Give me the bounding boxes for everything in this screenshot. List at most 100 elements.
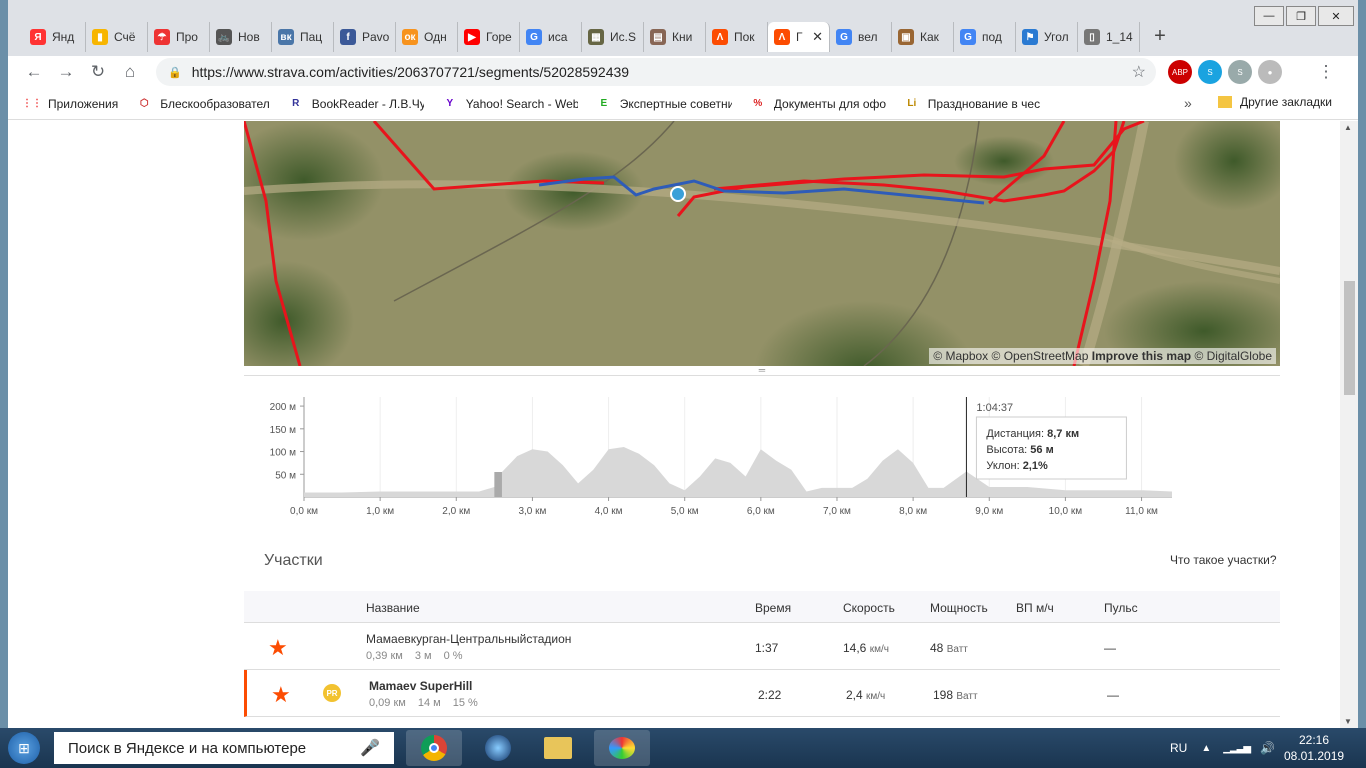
- bookmark-star-icon[interactable]: ☆: [1132, 62, 1146, 82]
- other-bookmarks-label: Другие закладки: [1240, 95, 1332, 109]
- microphone-icon[interactable]: 🎤: [360, 738, 380, 758]
- segments-help-link[interactable]: Что такое участки?: [1170, 553, 1277, 567]
- tab-11[interactable]: ΛПок✕: [706, 22, 768, 52]
- window-controls: — ❐ ✕: [1252, 6, 1354, 26]
- bookmark-2[interactable]: R BookReader - Л.В.Чу: [288, 96, 424, 112]
- tab-15[interactable]: Gпод✕: [954, 22, 1016, 52]
- segment-name[interactable]: Мамаевкурган-Центральныйстадион: [366, 632, 571, 646]
- segment-time: 2:22: [758, 688, 782, 702]
- start-button[interactable]: ⊞: [0, 728, 48, 768]
- taskbar-search[interactable]: Поиск в Яндексе и на компьютере 🎤: [54, 732, 394, 764]
- scroll-down-icon[interactable]: ▼: [1344, 717, 1352, 726]
- segments-header: Название Время Скорость Мощность ВП м/ч …: [244, 591, 1280, 623]
- extension-icon-3[interactable]: ●: [1258, 60, 1282, 84]
- new-tab-button[interactable]: +: [1146, 22, 1174, 50]
- col-vp[interactable]: ВП м/ч: [1016, 601, 1054, 615]
- browser-window: — ❐ ✕ ЯЯнд✕▮Счё✕☂Про✕🚲Нов✕вкПац✕fPavo✕ок…: [8, 0, 1358, 728]
- extension-icon-2[interactable]: S: [1228, 60, 1252, 84]
- other-bookmarks[interactable]: Другие закладки: [1218, 95, 1332, 109]
- language-indicator[interactable]: RU: [1170, 741, 1187, 755]
- segment-row[interactable]: ★ PR Mamaev SuperHill 0,09 км 14 м 15 % 2:22 2,…: [244, 670, 1280, 717]
- elevation-chart[interactable]: 50 м 100 м 150 м 200 м 0,0 км 1,0 км 2,0 км 3,0…: [244, 377, 1280, 527]
- map-attribution: © Mapbox © OpenStreetMap Improve this ma…: [929, 348, 1276, 364]
- tab-17[interactable]: ▯1_14✕: [1078, 22, 1140, 52]
- tab-1[interactable]: ▮Счё✕: [86, 22, 148, 52]
- tab-5[interactable]: fPavo✕: [334, 22, 396, 52]
- bookmark-label: Блескообразовател: [160, 96, 270, 111]
- tab-14[interactable]: ▣Как✕: [892, 22, 954, 52]
- extension-icon-1[interactable]: S: [1198, 60, 1222, 84]
- tab-13[interactable]: Gвел✕: [830, 22, 892, 52]
- bookmark-1[interactable]: ⬡ Блескообразовател: [136, 96, 270, 112]
- chrome-taskbar-icon[interactable]: [406, 730, 462, 766]
- tab-8[interactable]: Gиса✕: [520, 22, 582, 52]
- tab-3[interactable]: 🚲Нов✕: [210, 22, 272, 52]
- map-svg: [244, 121, 1280, 366]
- x-tick-label: 11,0 км: [1125, 506, 1158, 517]
- menu-icon[interactable]: ⋮: [1310, 56, 1342, 88]
- attribution-prefix: © Mapbox © OpenStreetMap: [933, 349, 1092, 363]
- col-speed[interactable]: Скорость: [843, 601, 895, 615]
- map-position-marker[interactable]: [670, 186, 686, 202]
- col-time[interactable]: Время: [755, 601, 791, 615]
- tab-16[interactable]: ⚑Угол✕: [1016, 22, 1078, 52]
- tab-0[interactable]: ЯЯнд✕: [24, 22, 86, 52]
- bookmarks-bar: ⋮⋮ Приложения ⬡ Блескообразовател R BookReade…: [8, 88, 1358, 120]
- bookmarks-more-icon[interactable]: »: [1184, 95, 1192, 111]
- paint-taskbar-icon[interactable]: [594, 730, 650, 766]
- home-button[interactable]: ⌂: [114, 56, 146, 88]
- tab-10[interactable]: ▤Кни✕: [644, 22, 706, 52]
- tab-label: Ис.S: [610, 30, 636, 44]
- tab-6[interactable]: окОдн✕: [396, 22, 458, 52]
- signal-icon[interactable]: ▁▂▃▅: [1223, 743, 1251, 754]
- resize-handle[interactable]: ═: [244, 366, 1280, 376]
- tab-favicon-icon: вк: [278, 29, 294, 45]
- segment-row[interactable]: ★ Мамаевкурган-Центральныйстадион 0,39 км 3…: [244, 623, 1280, 670]
- address-bar[interactable]: 🔒 https://www.strava.com/activities/2063…: [156, 58, 1156, 86]
- browser-taskbar-icon[interactable]: [470, 730, 526, 766]
- clock[interactable]: 22:16 08.01.2019: [1284, 732, 1344, 764]
- explorer-taskbar-icon[interactable]: [530, 730, 586, 766]
- bookmark-5[interactable]: % Документы для офо: [750, 96, 885, 112]
- x-tick-label: 7,0 км: [823, 506, 851, 517]
- tab-7[interactable]: ▶Горе✕: [458, 22, 520, 52]
- volume-icon[interactable]: 🔊: [1260, 741, 1275, 755]
- star-icon[interactable]: ★: [271, 682, 291, 708]
- back-button[interactable]: ←: [18, 56, 50, 88]
- reload-button[interactable]: ↻: [82, 56, 114, 88]
- url-text[interactable]: https://www.strava.com/activities/206370…: [192, 64, 629, 80]
- star-icon[interactable]: ★: [268, 635, 288, 661]
- bookmark-4[interactable]: E Экспертные советни: [596, 96, 731, 112]
- close-button[interactable]: ✕: [1318, 6, 1354, 26]
- restore-button[interactable]: ❐: [1286, 6, 1316, 26]
- extension-icon-0[interactable]: ABP: [1168, 60, 1192, 84]
- tab-close-icon[interactable]: ✕: [812, 29, 823, 45]
- scroll-thumb[interactable]: [1344, 281, 1355, 395]
- power-unit: Ватт: [946, 644, 968, 655]
- x-tick-label: 10,0 км: [1049, 506, 1083, 517]
- bookmark-3[interactable]: Y Yahoo! Search - Web: [442, 96, 578, 112]
- tab-9[interactable]: ▦Ис.S✕: [582, 22, 644, 52]
- bookmark-6[interactable]: Li Празднование в чес: [904, 96, 1039, 112]
- tooltip-label: Дистанция:: [986, 428, 1047, 440]
- forward-button[interactable]: →: [50, 56, 82, 88]
- tab-4[interactable]: вкПац✕: [272, 22, 334, 52]
- col-name[interactable]: Название: [366, 601, 420, 615]
- segment-name[interactable]: Mamaev SuperHill: [369, 679, 472, 693]
- tab-12[interactable]: Λ Г ✕: [768, 22, 830, 52]
- page-scrollbar[interactable]: ▲ ▼: [1340, 121, 1358, 728]
- bookmark-0[interactable]: ⋮⋮ Приложения: [22, 96, 118, 112]
- windows-icon: ⊞: [8, 732, 40, 764]
- pr-medal-icon: PR: [323, 684, 341, 702]
- tab-2[interactable]: ☂Про✕: [148, 22, 210, 52]
- tooltip-row: Уклон: 2,1%: [986, 460, 1048, 472]
- tray-arrow-icon[interactable]: ▲: [1201, 743, 1211, 754]
- improve-map-link[interactable]: Improve this map: [1092, 349, 1191, 363]
- col-power[interactable]: Мощность: [930, 601, 988, 615]
- lock-icon: 🔒: [168, 66, 182, 79]
- bookmark-label: Yahoo! Search - Web: [465, 96, 578, 111]
- segment-map[interactable]: © Mapbox © OpenStreetMap Improve this ma…: [244, 121, 1280, 366]
- scroll-up-icon[interactable]: ▲: [1344, 123, 1352, 132]
- col-hr[interactable]: Пульс: [1104, 601, 1138, 615]
- minimize-button[interactable]: —: [1254, 6, 1284, 26]
